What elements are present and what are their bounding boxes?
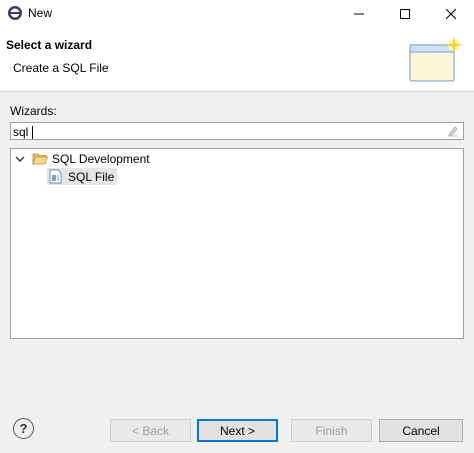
cancel-button[interactable]: Cancel	[379, 419, 463, 442]
help-button[interactable]: ?	[13, 418, 34, 439]
wizard-header: Select a wizard Create a SQL File	[0, 27, 474, 92]
wizard-tree[interactable]: SQL Development SQL File	[10, 148, 464, 339]
title-bar: New	[0, 0, 474, 27]
filter-value: sql	[13, 125, 29, 139]
help-icon: ?	[19, 421, 28, 436]
clear-filter-icon[interactable]	[447, 125, 459, 137]
tree-item-sql-file[interactable]: SQL File	[47, 168, 118, 185]
wizards-label: Wizards:	[10, 104, 57, 118]
sql-file-icon	[49, 169, 62, 184]
back-button[interactable]: < Back	[110, 419, 191, 442]
folder-open-icon	[32, 153, 48, 164]
minimize-button[interactable]	[336, 0, 382, 27]
chevron-down-icon[interactable]	[15, 154, 25, 164]
page-description: Create a SQL File	[13, 61, 109, 75]
tree-item-sql-development[interactable]: SQL Development	[15, 150, 150, 167]
tree-item-label: SQL Development	[52, 151, 150, 166]
close-button[interactable]	[428, 0, 474, 27]
page-title: Select a wizard	[6, 38, 93, 52]
tree-item-label: SQL File	[68, 169, 115, 184]
maximize-icon	[400, 8, 410, 19]
finish-button[interactable]: Finish	[291, 419, 372, 442]
maximize-button[interactable]	[382, 0, 428, 27]
wizard-filter-input[interactable]: sql	[10, 122, 464, 140]
eclipse-app-icon	[8, 6, 22, 20]
next-button[interactable]: Next >	[197, 419, 278, 442]
wizard-banner-icon	[409, 36, 463, 82]
close-icon	[446, 8, 456, 19]
text-caret	[32, 126, 33, 139]
window-title: New	[28, 6, 53, 20]
minimize-icon	[354, 13, 364, 14]
